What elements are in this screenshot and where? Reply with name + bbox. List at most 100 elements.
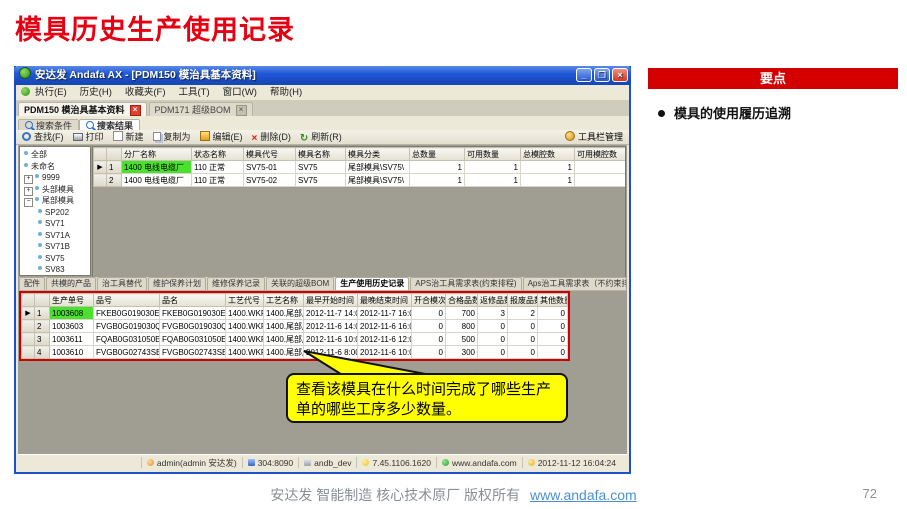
column-header[interactable]: 最早开始时间	[304, 294, 358, 307]
table-row[interactable]: 31003611FQAB0G031050EM01205FQAB0G031050E…	[22, 333, 568, 346]
column-header[interactable]: 返修品数	[478, 294, 508, 307]
column-header[interactable]: 合格品数	[446, 294, 478, 307]
delete-button[interactable]: ×删除(D)	[252, 132, 291, 142]
cell: 0	[478, 346, 508, 359]
print-button[interactable]: 打印	[73, 132, 104, 142]
tree-item[interactable]: SV71B	[20, 241, 90, 253]
cell: FKEB0G019030EM01205	[94, 307, 160, 320]
section-tab[interactable]: Aps治工具需求表（不约束排程）	[523, 277, 626, 290]
table-row[interactable]: 41003610FVGB0G02743SBM01202FVGB0G02743SB…	[22, 346, 568, 359]
tree-item[interactable]: 未命名	[20, 161, 90, 173]
section-tab[interactable]: 治工具替代	[97, 277, 147, 290]
column-header[interactable]: 品号	[94, 294, 160, 307]
status-item: 7.45.1106.1620	[356, 457, 435, 468]
menu-item[interactable]: 窗口(W)	[223, 87, 257, 98]
section-tab[interactable]: 维修保养记录	[207, 277, 265, 290]
expand-icon[interactable]: −	[24, 198, 33, 207]
column-header[interactable]: 总模腔数	[521, 148, 575, 161]
tree-item[interactable]: +9999	[20, 172, 90, 184]
tree-item[interactable]: 全部	[20, 149, 90, 161]
tree-item[interactable]: +头部模具	[20, 184, 90, 196]
column-header[interactable]: 模具分类	[346, 148, 410, 161]
status-item-text: 2012-11-12 16:04:24	[538, 458, 616, 468]
tree-item[interactable]: −尾部模具	[20, 195, 90, 207]
copy-button[interactable]: 复制为	[153, 132, 191, 142]
close-button[interactable]: ×	[612, 68, 628, 82]
refresh-button[interactable]: ↻刷新(R)	[300, 132, 342, 142]
key-points-item: 模具的使用履历追溯	[658, 103, 898, 122]
column-header[interactable]: 工艺名称	[264, 294, 304, 307]
tree-item-label: SV71	[45, 219, 65, 228]
new-button[interactable]: 新建	[113, 132, 144, 142]
expand-icon[interactable]: +	[24, 175, 33, 184]
column-header[interactable]: 状态名称	[192, 148, 244, 161]
delete-icon: ×	[252, 135, 258, 143]
table-row[interactable]: 21003603FVGB0G019030QM01201FVGB0G019030Q…	[22, 320, 568, 333]
row-number: 4	[35, 346, 50, 359]
table-row[interactable]: ▶11400 电线电缆厂110 正常SV75-01SV75尾部模具\SV75\1…	[94, 161, 627, 174]
status-item-text: admin(admin 安达发)	[157, 457, 237, 469]
menu-item[interactable]: 工具(T)	[179, 87, 210, 98]
edit-button[interactable]: 编辑(E)	[200, 132, 243, 142]
window-titlebar[interactable]: 安达发 Andafa AX - [PDM150 模治具基本资料] _ ❐ ×	[14, 66, 631, 85]
footer-link[interactable]: www.andafa.com	[530, 487, 637, 503]
cell: FQAB0G031050EM01205	[94, 333, 160, 346]
column-header[interactable]: 模具名称	[296, 148, 346, 161]
tree-node-icon	[38, 243, 42, 247]
column-header[interactable]: 可用数量	[465, 148, 521, 161]
cell: 0	[538, 307, 568, 320]
status-item-text: 7.45.1106.1620	[372, 458, 430, 468]
print-icon	[73, 133, 83, 141]
tree-item[interactable]: SP202	[20, 207, 90, 219]
menu-item[interactable]: 帮助(H)	[270, 87, 302, 98]
toolbar-manager-button[interactable]: 工具栏管理	[565, 130, 623, 144]
cell: FQAB0G031050EM01205	[160, 333, 226, 346]
column-header[interactable]: 品名	[160, 294, 226, 307]
column-header[interactable]: 工艺代号	[226, 294, 264, 307]
tree-item[interactable]: SV83	[20, 264, 90, 276]
tree-item[interactable]: SV75	[20, 253, 90, 265]
table-row[interactable]: ▶11003608FKEB0G019030EM01205FKEB0G019030…	[22, 307, 568, 320]
version-icon	[362, 459, 369, 466]
restore-button[interactable]: ❐	[594, 68, 610, 82]
section-tab[interactable]: 关联的超级BOM	[266, 277, 334, 290]
column-header[interactable]: 最晚结束时间	[358, 294, 412, 307]
column-header[interactable]: 总数量	[410, 148, 465, 161]
column-header[interactable]: 生产单号	[50, 294, 94, 307]
menu-item[interactable]: 历史(H)	[80, 87, 112, 98]
column-header[interactable]: 可用模腔数	[575, 148, 627, 161]
row-number: 2	[107, 174, 122, 187]
tool-button-label: 删除(D)	[260, 132, 291, 142]
find-button[interactable]: 查找(F)	[22, 132, 64, 142]
edit-icon	[200, 131, 210, 141]
minimize-button[interactable]: _	[576, 68, 592, 82]
section-tab[interactable]: 配件	[19, 277, 45, 290]
section-tab[interactable]: 共模的产品	[46, 277, 96, 290]
column-header[interactable]: 其他数量	[538, 294, 568, 307]
production-history-table: 生产单号品号品名工艺代号工艺名称最早开始时间最晚结束时间开合模次数合格品数返修品…	[21, 293, 568, 359]
tab-close-icon[interactable]: ×	[130, 105, 141, 116]
menu-item[interactable]: 收藏夹(F)	[125, 87, 166, 98]
column-header[interactable]: 报废品数	[508, 294, 538, 307]
tree-item-label: SV71A	[45, 231, 70, 240]
row-indicator	[94, 174, 107, 187]
table-row[interactable]: 21400 电线电缆厂110 正常SV75-02SV75尾部模具\SV75\11…	[94, 174, 627, 187]
section-tab[interactable]: 生产使用历史记录	[335, 277, 409, 290]
tree-node-icon	[38, 255, 42, 259]
tab-close-icon[interactable]: ×	[236, 105, 247, 116]
section-tab[interactable]: 维护保养计划	[148, 277, 206, 290]
status-item: 304:8090	[242, 457, 298, 468]
column-header[interactable]: 分厂名称	[122, 148, 192, 161]
row-indicator-header	[94, 148, 107, 161]
cell: 1400 电线电缆厂	[122, 174, 192, 187]
tree-item[interactable]: SV71A	[20, 230, 90, 242]
tree-item[interactable]: SV71	[20, 218, 90, 230]
section-tab[interactable]: APS治工具需求表(约束排程)	[410, 277, 521, 290]
column-header[interactable]: 模具代号	[244, 148, 296, 161]
tree-item[interactable]: SV86	[20, 276, 90, 277]
menu-item[interactable]: 执行(E)	[35, 87, 67, 98]
cell: 0	[538, 346, 568, 359]
tool-button-label: 编辑(E)	[213, 132, 243, 142]
column-header[interactable]: 开合模次数	[412, 294, 446, 307]
mould-grid-area: 分厂名称状态名称模具代号模具名称模具分类总数量可用数量总模腔数可用模腔数▶114…	[92, 146, 626, 278]
